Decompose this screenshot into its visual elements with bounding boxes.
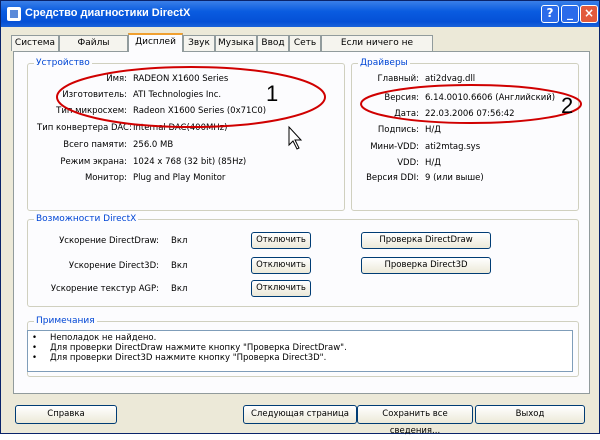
annotation-ellipse-1 [56,66,326,128]
feature-value: Вкл [171,284,188,294]
dxdiag-window: Средство диагностики DirectX ? _ × Систе… [0,0,600,436]
test-direct3d-button[interactable]: Проверка Direct3D [361,257,491,274]
disable-direct3d-button[interactable]: Отключить [251,257,311,274]
annotation-number-1: 1 [266,81,279,106]
disable-agp-button[interactable]: Отключить [251,280,311,297]
feature-value: Вкл [171,236,188,246]
cursor-icon [288,125,303,150]
tab-display[interactable]: Дисплей [128,33,183,52]
feature-label: Ускорение DirectDraw: [59,236,159,246]
notes-group-title: Примечания [34,316,97,326]
feature-label: Ускорение Direct3D: [68,261,159,271]
exit-button[interactable]: Выход [475,405,585,424]
note-item: • Для проверки DirectDraw нажмите кнопку … [32,343,347,353]
feature-label: Ускорение текстур AGP: [50,284,159,294]
test-directdraw-button[interactable]: Проверка DirectDraw [361,232,491,249]
annotation-ellipse-2 [360,84,582,124]
notes-box[interactable]: • Неполадок не найдено. • Для проверки Dir… [27,330,573,372]
help-button[interactable]: Справка [15,405,117,424]
annotation-number-2: 2 [561,93,574,118]
note-item: • Неполадок не найдено. [32,333,157,343]
next-page-button[interactable]: Следующая страница [243,405,357,424]
note-item: • Для проверки Direct3D нажмите кнопку "П… [32,353,327,363]
save-all-button[interactable]: Сохранить все сведения... [357,405,473,436]
disable-directdraw-button[interactable]: Отключить [251,232,311,249]
features-group-title: Возможности DirectX [34,214,139,224]
feature-value: Вкл [171,261,188,271]
